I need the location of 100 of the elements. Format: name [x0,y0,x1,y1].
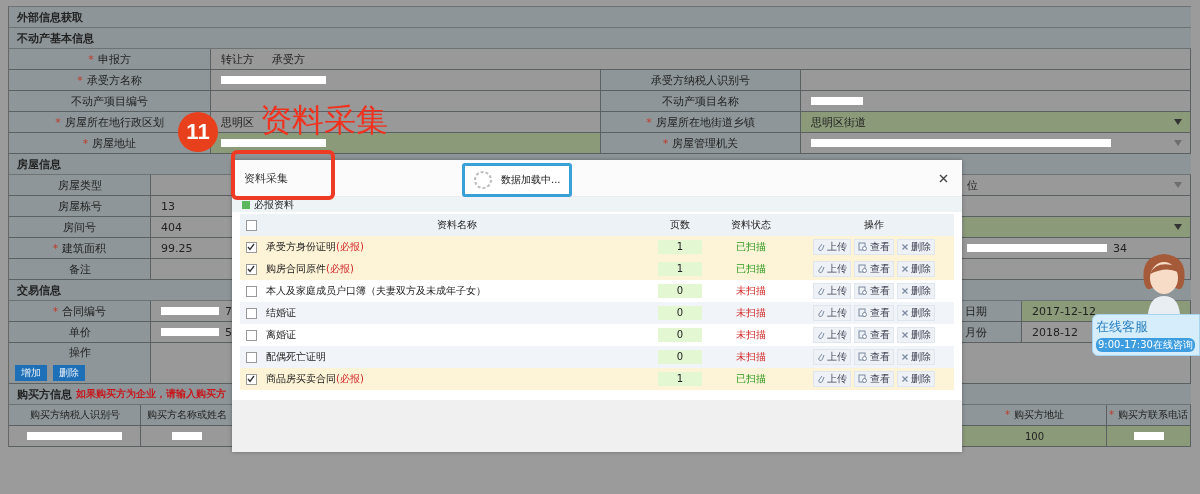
row-action-button[interactable]: 上传 [813,371,851,387]
page-count: 0 [658,350,702,364]
table-cell: 100 [963,426,1107,446]
paperclip-icon [817,286,825,296]
field-label: * 房屋管理机关 [662,135,739,151]
row-action-button[interactable]: 查看 [854,371,894,387]
cross-icon [901,243,909,251]
chat-bubble[interactable]: 在线客服 9:00-17:30在线咨询 [1092,314,1200,356]
checkbox[interactable] [245,263,257,275]
paperclip-icon [817,330,825,340]
document-name: 承受方身份证明(必报) [266,241,364,252]
row-action-button[interactable]: 查看 [854,327,894,343]
magnifier-icon [858,286,868,296]
row-action-button[interactable]: 删除 [897,239,935,255]
document-name: 本人及家庭成员户口簿（夫妻双方及未成年子女） [266,285,486,296]
caret-icon [1174,224,1182,230]
column-header: * 购买方联系电话 [1109,408,1188,422]
radio-option[interactable]: 承受方 [272,51,305,67]
field-label: 日期 [965,303,987,319]
magnifier-icon [858,264,868,274]
row-action-button[interactable]: 上传 [813,327,851,343]
row-action-button[interactable]: 上传 [813,239,851,255]
checkbox[interactable] [245,241,257,253]
document-name: 商品房买卖合同(必报) [266,373,364,384]
column-header: 页数 [670,218,690,232]
caret-icon [1174,140,1182,146]
paperclip-icon [817,352,825,362]
legend-label: 必报资料 [254,197,294,212]
row-action-button[interactable]: 删除 [897,261,935,277]
annotation-caption: 资料采集 [260,100,388,140]
row-action-button[interactable]: 删除 [897,327,935,343]
row-action-button[interactable]: 上传 [813,261,851,277]
field-label: 月份 [965,324,987,340]
row-action-button[interactable]: 上传 [813,305,851,321]
field-label: 房屋栋号 [57,198,102,214]
document-name: 购房合同原件(必报) [266,263,354,274]
row-action-button[interactable]: 上传 [813,349,851,365]
page-count: 1 [658,262,702,276]
row-action-button[interactable]: 上传 [813,283,851,299]
column-header: 购买方纳税人识别号 [29,408,120,422]
select-field[interactable]: 思明区街道 [801,112,1191,132]
page-count: 1 [658,372,702,386]
caret-icon [1174,119,1182,125]
scan-status: 未扫描 [736,329,766,340]
field-label: 不动产项目编号 [71,93,148,109]
magnifier-icon [858,242,868,252]
radio-option[interactable]: 转让方 [221,51,254,67]
scan-status: 已扫描 [736,373,766,384]
field-label: 房屋类型 [57,177,102,193]
magnifier-icon [858,374,868,384]
row-action-button[interactable]: 删除 [897,283,935,299]
row-action-button[interactable]: 删除 [897,349,935,365]
column-header: 购买方名称或姓名 [146,408,227,422]
checkbox[interactable] [245,373,257,385]
field-label: * 承受方名称 [77,72,142,88]
action-button[interactable]: 增加 [15,364,47,381]
field-label: * 合同编号 [52,303,107,319]
loading-indicator: 数据加载中... [462,163,572,197]
cross-icon [901,375,909,383]
checkbox[interactable] [245,351,257,363]
page-count: 0 [658,328,702,342]
magnifier-icon [858,308,868,318]
field-value: 思明区 [221,114,254,130]
magnifier-icon [858,330,868,340]
scan-status: 已扫描 [736,241,766,252]
row-action-button[interactable]: 删除 [897,305,935,321]
paperclip-icon [817,374,825,384]
checkbox[interactable] [245,329,257,341]
legend-swatch [242,200,250,209]
section-title: 交易信息 [17,282,61,298]
field-label: * 申报方 [88,51,131,67]
scan-status: 已扫描 [736,263,766,274]
checkbox[interactable] [245,285,257,297]
row-action-button[interactable]: 查看 [854,261,894,277]
chat-title: 在线客服 [1096,318,1148,336]
chat-hours: 9:00-17:30在线咨询 [1096,338,1195,352]
field-label: * 建筑面积 [52,240,107,256]
select-field[interactable] [963,217,1191,237]
column-header: 资料状态 [731,219,771,230]
page-count: 1 [658,240,702,254]
field-label: * 房屋所在地行政区划 [55,114,164,130]
page-count: 0 [658,306,702,320]
checkbox[interactable] [245,307,257,319]
cross-icon [901,331,909,339]
action-button[interactable]: 删除 [53,364,85,381]
caret-icon [1174,182,1182,188]
paperclip-icon [817,264,825,274]
column-header: * 购买方地址 [1005,408,1064,422]
row-action-button[interactable]: 查看 [854,349,894,365]
scan-status: 未扫描 [736,285,766,296]
page-title: 外部信息获取 [17,9,83,25]
notice-text: 如果购买方为企业，请输入购买方 [76,387,226,401]
checkbox[interactable] [245,219,257,231]
row-action-button[interactable]: 删除 [897,371,935,387]
field-label: * 房屋所在地街道乡镇 [646,114,755,130]
row-action-button[interactable]: 查看 [854,239,894,255]
row-action-button[interactable]: 查看 [854,305,894,321]
scan-status: 未扫描 [736,307,766,318]
field-label: 不动产项目名称 [662,93,739,109]
row-action-button[interactable]: 查看 [854,283,894,299]
